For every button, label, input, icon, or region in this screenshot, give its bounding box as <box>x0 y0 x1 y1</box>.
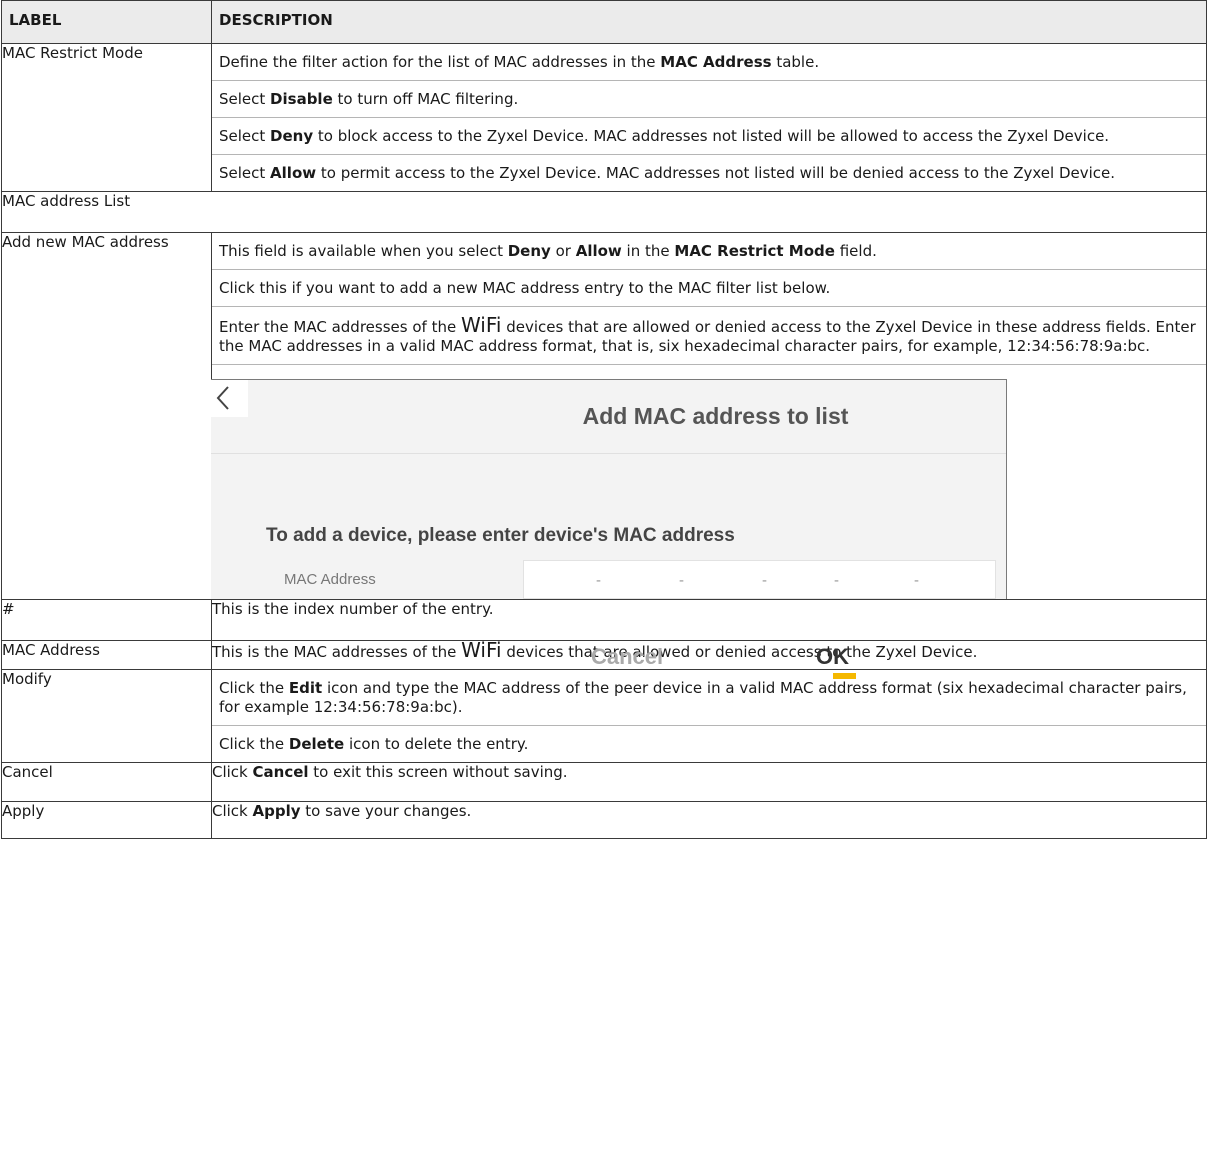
paragraph: Select Deny to block access to the Zyxel… <box>212 118 1206 155</box>
paragraph: Click this if you want to add a new MAC … <box>212 270 1206 307</box>
row-description: Click Apply to save your changes. <box>211 801 1207 839</box>
mac-address-input[interactable]: - - - - - <box>523 560 996 599</box>
mac-separator: - <box>834 572 839 589</box>
header-label: LABEL <box>1 0 212 44</box>
dialog-title: Add MAC address to list <box>582 403 849 429</box>
paragraph: Enter the MAC addresses of the WiFi devi… <box>212 307 1206 365</box>
row-description: Click the Edit icon and type the MAC add… <box>211 669 1207 763</box>
row-label: Modify <box>1 669 212 763</box>
dialog-screenshot: Add MAC address to list To add a device,… <box>211 365 1206 679</box>
table-row: Apply Click Apply to save your changes. <box>1 801 1207 839</box>
mac-address-label: MAC Address <box>284 571 376 588</box>
paragraph: Select Disable to turn off MAC filtering… <box>212 81 1206 118</box>
row-label: MAC Restrict Mode <box>1 43 212 192</box>
row-label: Apply <box>1 801 212 839</box>
table-row: MAC address List <box>1 191 1207 233</box>
paragraph: Select Allow to permit access to the Zyx… <box>219 164 1116 182</box>
dialog-prompt: To add a device, please enter device's M… <box>266 525 735 546</box>
ok-underline <box>833 673 856 679</box>
mac-separator: - <box>762 572 767 589</box>
add-mac-dialog: Add MAC address to list To add a device,… <box>211 379 1007 679</box>
table-row: Cancel Click Cancel to exit this screen … <box>1 762 1207 802</box>
cancel-button[interactable]: Cancel <box>591 646 663 668</box>
table-row: MAC Restrict Mode Define the filter acti… <box>1 43 1207 192</box>
mac-separator: - <box>596 572 601 589</box>
row-label: MAC Address <box>1 640 212 670</box>
section-header: MAC address List <box>1 191 1207 233</box>
row-description: Define the filter action for the list of… <box>211 43 1207 192</box>
row-description: Click Cancel to exit this screen without… <box>211 762 1207 802</box>
mac-separator: - <box>914 572 919 589</box>
paragraph: Define the filter action for the list of… <box>212 44 1206 81</box>
mac-separator: - <box>679 572 684 589</box>
table-header-row: LABEL DESCRIPTION <box>1 0 1207 44</box>
ok-button[interactable]: OK <box>816 646 849 668</box>
row-label: # <box>1 599 212 641</box>
divider <box>211 453 1006 454</box>
paragraph: This field is available when you select … <box>212 233 1206 270</box>
row-description: This field is available when you select … <box>211 232 1207 679</box>
header-description: DESCRIPTION <box>211 0 1207 44</box>
paragraph: Click the Delete icon to delete the entr… <box>219 735 529 753</box>
row-label: Add new MAC address <box>1 232 212 600</box>
table-row: Modify Click the Edit icon and type the … <box>1 669 1207 763</box>
description-table: LABEL DESCRIPTION MAC Restrict Mode Defi… <box>1 0 1207 839</box>
row-label: Cancel <box>1 762 212 802</box>
table-row: Add new MAC address This field is availa… <box>1 232 1207 679</box>
